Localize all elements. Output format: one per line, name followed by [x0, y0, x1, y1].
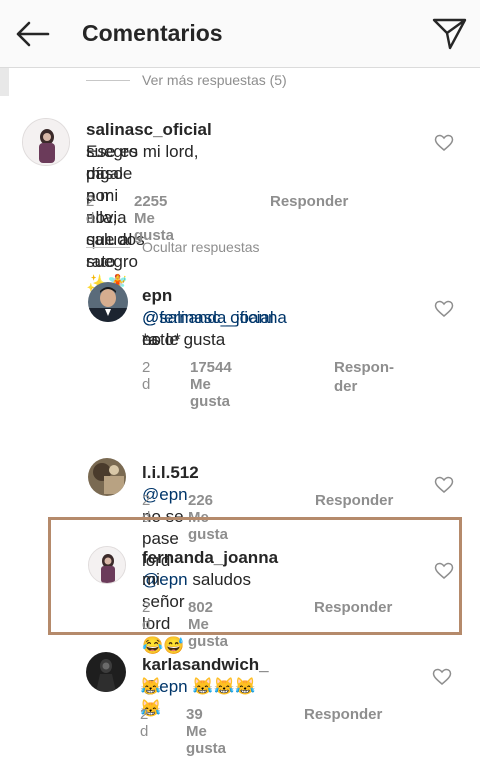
- reply-button-wrap[interactable]: der: [334, 378, 357, 395]
- avatar[interactable]: [22, 118, 70, 166]
- avatar-photo: [88, 458, 126, 496]
- comment-likes[interactable]: 39 Me gusta: [186, 706, 226, 757]
- avatar-photo: [88, 282, 128, 322]
- comment-line-3: esto*: [142, 330, 181, 349]
- comment-likes[interactable]: 802 Me gusta: [188, 599, 228, 650]
- edge-strip: [0, 68, 9, 96]
- comment-time: 2 d: [140, 706, 149, 740]
- comment-username[interactable]: epn: [142, 286, 172, 305]
- comment-likes[interactable]: 17544 Me gusta: [190, 359, 232, 410]
- reply-button[interactable]: Responder: [270, 193, 348, 210]
- comment-username[interactable]: salinasc_oficial: [86, 120, 212, 139]
- comment-username[interactable]: fernanda_joanna: [142, 548, 278, 567]
- heart-icon[interactable]: [432, 668, 452, 686]
- avatar[interactable]: [88, 458, 126, 496]
- back-button[interactable]: [14, 18, 54, 50]
- reply-button[interactable]: Responder: [304, 706, 382, 723]
- comment-time: 2 d: [142, 599, 151, 633]
- avatar-photo: [86, 652, 126, 692]
- reply-button[interactable]: Respon-: [334, 359, 394, 376]
- view-more-replies-link[interactable]: Ver más respuestas (5): [142, 72, 287, 88]
- heart-icon[interactable]: [434, 476, 454, 494]
- comment-likes[interactable]: 2255 Me gusta: [134, 193, 174, 244]
- heart-icon[interactable]: [434, 134, 454, 152]
- page-title: Comentarios: [82, 20, 223, 46]
- mention-link[interactable]: @fernanda_joanna: [142, 308, 287, 327]
- app-header: Comentarios: [0, 0, 480, 68]
- comment-time: 2 d: [142, 359, 151, 393]
- reply-button[interactable]: Responder: [314, 599, 392, 616]
- avatar[interactable]: [86, 652, 126, 692]
- heart-icon[interactable]: [434, 562, 454, 580]
- comment-time: 2 d: [86, 193, 95, 227]
- avatar[interactable]: [88, 546, 126, 584]
- paper-plane-icon: [432, 18, 467, 50]
- comment-username[interactable]: karlasandwich_: [142, 655, 269, 674]
- avatar-photo: [23, 119, 69, 165]
- comment-text: saludos: [192, 570, 251, 589]
- arrow-left-icon: [16, 21, 50, 47]
- comment-username[interactable]: l.i.l.512: [142, 463, 199, 482]
- hide-replies-link[interactable]: Ocultar respuestas: [142, 239, 260, 255]
- share-button[interactable]: [432, 17, 468, 51]
- comment-text: 😹😹😹: [192, 677, 256, 696]
- reply-button[interactable]: Responder: [315, 492, 393, 509]
- replies-divider-line: [86, 247, 130, 248]
- avatar[interactable]: [88, 282, 128, 322]
- replies-divider-line: [86, 80, 130, 81]
- heart-icon[interactable]: [434, 300, 454, 318]
